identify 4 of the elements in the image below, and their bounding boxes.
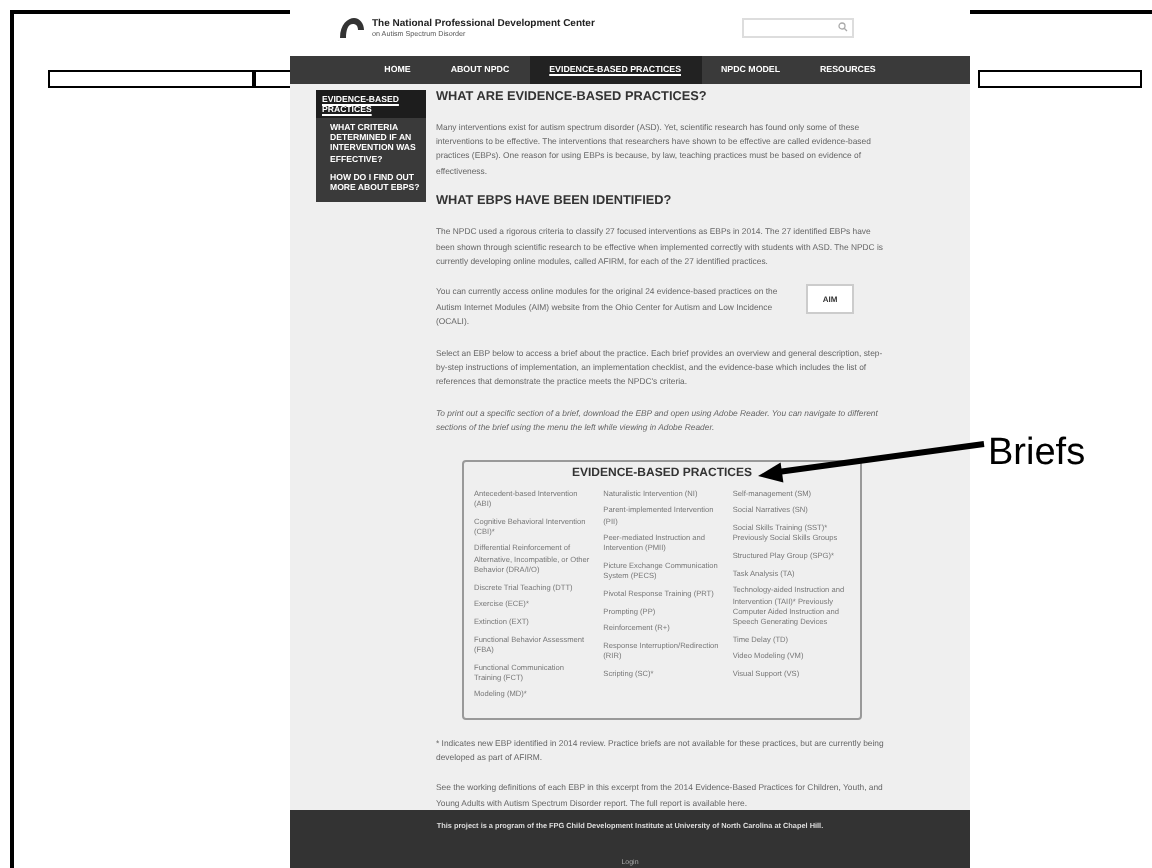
search-icon <box>838 22 848 33</box>
search-field[interactable] <box>742 17 854 38</box>
annotation-label: Briefs <box>988 432 1086 476</box>
logo-icon <box>338 15 366 40</box>
